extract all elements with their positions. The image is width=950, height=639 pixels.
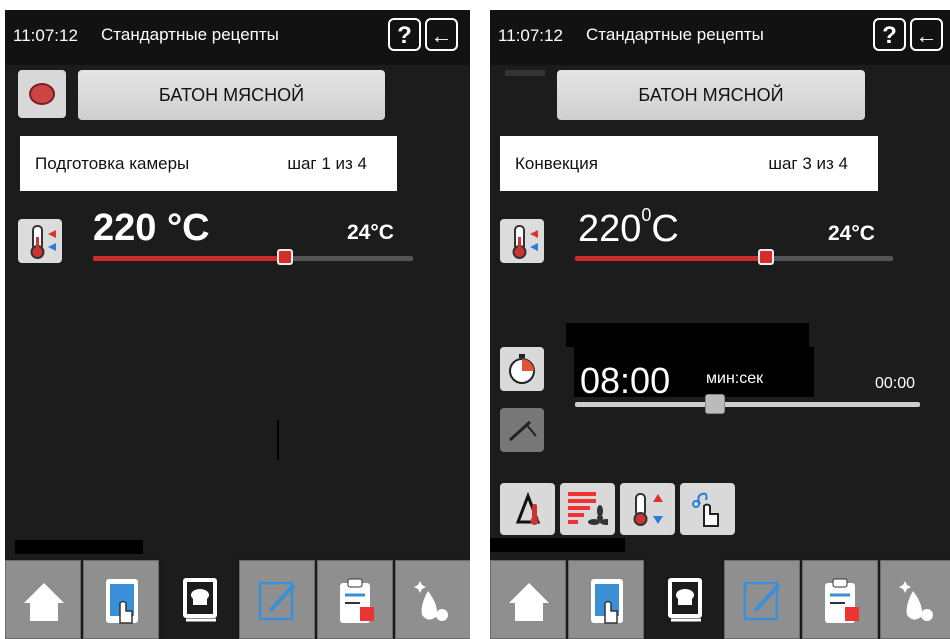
step-label: Конвекция: [515, 154, 598, 173]
convection-fan-icon: [568, 492, 608, 525]
redaction-bar: [490, 538, 625, 552]
target-temperature: 2200C: [578, 205, 679, 251]
temperature-slider-fill: [575, 256, 766, 261]
cookbook-icon: [183, 578, 217, 622]
left-screen: 11:07:12 Стандартные рецепты ? ← БАТОН М…: [5, 10, 470, 639]
humidity-temp-button[interactable]: [620, 483, 675, 535]
bottom-tab-bar: [490, 557, 950, 639]
back-button[interactable]: ←: [425, 18, 458, 51]
cleaning-icon: [414, 581, 448, 621]
thermometer-icon: [30, 225, 56, 259]
redaction-bar: [566, 323, 809, 347]
screen-title: Стандартные рецепты: [586, 25, 764, 44]
current-temperature: 24°C: [347, 221, 394, 244]
back-button[interactable]: ←: [910, 18, 943, 51]
edit-icon: [258, 581, 296, 621]
redaction-mark: [277, 420, 279, 460]
timer-max: 00:00: [875, 375, 916, 392]
tab-protocol[interactable]: [317, 560, 393, 639]
temperature-slider-knob[interactable]: [277, 249, 293, 265]
core-probe-icon: [508, 420, 537, 442]
step-progress: шаг 3 из 4: [768, 154, 848, 173]
recipe-meat-icon[interactable]: [18, 70, 66, 118]
home-icon: [509, 583, 549, 621]
clipboard-icon: [340, 578, 374, 623]
thermometer-updown-icon: [633, 493, 663, 526]
step-label: Подготовка камеры: [35, 154, 190, 173]
thermometer-button[interactable]: [18, 219, 62, 263]
timer-slider-knob[interactable]: [705, 394, 725, 414]
degree-sign: 0: [641, 205, 652, 226]
right-screen: 11:07:12 Стандартные рецепты ? ← БАТОН М…: [490, 10, 950, 639]
clock: 11:07:12: [498, 26, 563, 45]
tab-recipes[interactable]: [646, 557, 722, 639]
tablet-touch-icon: [106, 579, 138, 624]
timer-slider[interactable]: [575, 394, 920, 414]
cookbook-icon: [668, 578, 702, 622]
tablet-touch-icon: [591, 579, 623, 624]
tab-edit[interactable]: [724, 560, 800, 639]
stopwatch-icon: [509, 354, 535, 384]
temperature-unit: C: [651, 208, 679, 250]
step-progress: шаг 1 из 4: [287, 154, 367, 173]
timer-unit: мин:сек: [706, 370, 764, 387]
tab-cleaning[interactable]: [880, 560, 950, 639]
help-button[interactable]: ?: [388, 18, 421, 51]
timer-button[interactable]: [500, 347, 544, 391]
help-button[interactable]: ?: [873, 18, 906, 51]
tab-manual[interactable]: [83, 560, 159, 639]
title-bar: 11:07:12 Стандартные рецепты ? ←: [490, 10, 950, 65]
screen-title: Стандартные рецепты: [101, 25, 279, 44]
delta-t-icon: [515, 491, 541, 525]
redaction-bar: [15, 540, 143, 554]
core-probe-button[interactable]: [500, 408, 544, 452]
tab-protocol[interactable]: [802, 560, 878, 639]
tab-manual[interactable]: [568, 560, 644, 639]
thermometer-icon: [512, 225, 538, 259]
recipe-name-button[interactable]: БАТОН МЯСНОЙ: [78, 70, 385, 120]
step-panel: Конвекция шаг 3 из 4: [500, 136, 878, 191]
temperature-slider[interactable]: [93, 249, 413, 265]
tab-home[interactable]: [490, 560, 566, 639]
thermometer-button[interactable]: [500, 219, 544, 263]
target-temperature: 220 °C: [93, 207, 210, 249]
steam-touch-button[interactable]: [680, 483, 735, 535]
temperature-slider-knob[interactable]: [757, 249, 774, 265]
temperature-slider-fill: [93, 256, 285, 261]
temperature-slider[interactable]: [575, 249, 893, 265]
current-temperature: 24°C: [828, 222, 875, 245]
timer-value: 08:00: [580, 360, 671, 401]
clock: 11:07:12: [13, 26, 78, 45]
tab-home[interactable]: [5, 560, 81, 639]
tab-cleaning[interactable]: [395, 560, 470, 639]
touch-steam-icon: [692, 492, 719, 527]
delta-t-button[interactable]: [500, 483, 555, 535]
bottom-tab-bar: [5, 557, 470, 639]
recipe-name-button[interactable]: БАТОН МЯСНОЙ: [557, 70, 865, 120]
convection-fan-button[interactable]: [560, 483, 615, 535]
cleaning-icon: [899, 581, 933, 621]
clipboard-icon: [825, 578, 859, 623]
tab-edit[interactable]: [239, 560, 315, 639]
edit-icon: [743, 581, 781, 621]
redaction-bar: [505, 70, 545, 76]
home-icon: [24, 583, 64, 621]
title-bar: 11:07:12 Стандартные рецепты ? ←: [5, 10, 470, 65]
tab-recipes[interactable]: [161, 557, 237, 639]
step-panel: Подготовка камеры шаг 1 из 4: [20, 136, 397, 191]
target-temperature-value: 220: [578, 208, 642, 250]
